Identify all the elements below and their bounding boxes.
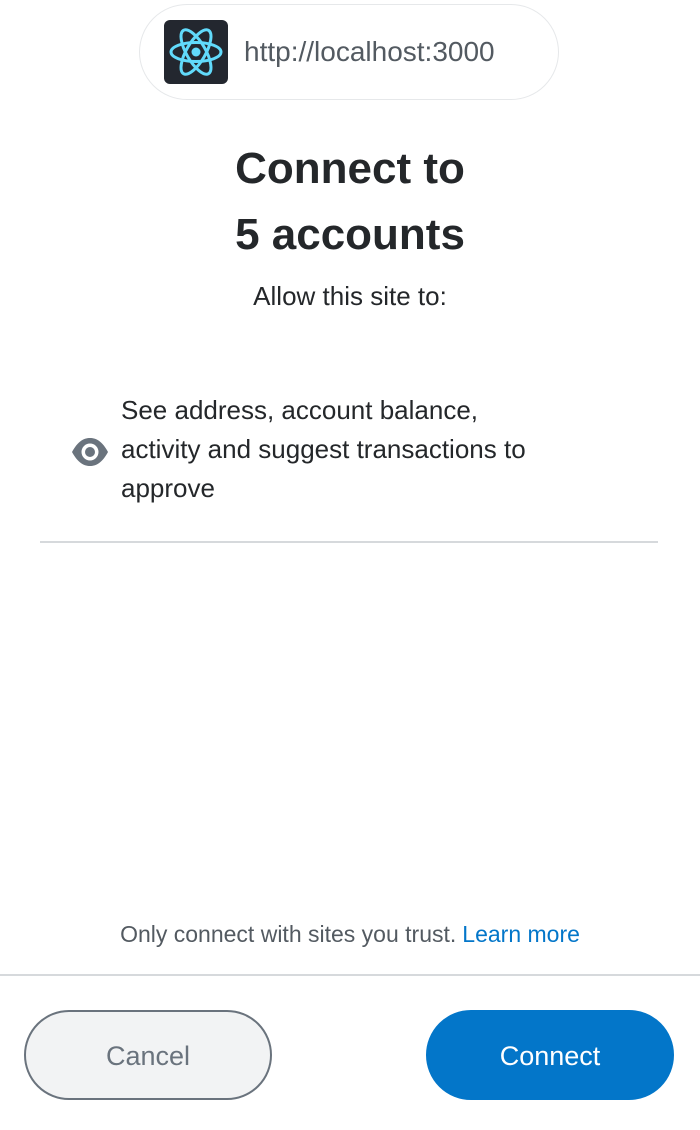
eye-icon [70,432,110,472]
site-url: http://localhost:3000 [244,36,495,67]
permission-line-2: activity and suggest transactions to [121,434,526,464]
permission-line-1: See address, account balance, [121,395,479,425]
connect-button[interactable]: Connect [426,1010,674,1100]
footer-divider [0,974,700,976]
permission-description: See address, account balance, activity a… [121,391,641,508]
trust-notice: Only connect with sites you trust. Learn … [0,918,700,950]
permission-line-3: approve [121,473,215,503]
page-title: Connect to 5 accounts [0,136,700,268]
react-logo-icon [164,20,228,84]
cancel-button[interactable]: Cancel [24,1010,272,1100]
divider [40,541,658,543]
trust-text: Only connect with sites you trust. [120,921,457,947]
title-line-1: Connect to [235,144,465,193]
learn-more-link[interactable]: Learn more [462,921,580,947]
title-line-2: 5 accounts [235,210,465,259]
permissions-heading: Allow this site to: [253,281,447,311]
